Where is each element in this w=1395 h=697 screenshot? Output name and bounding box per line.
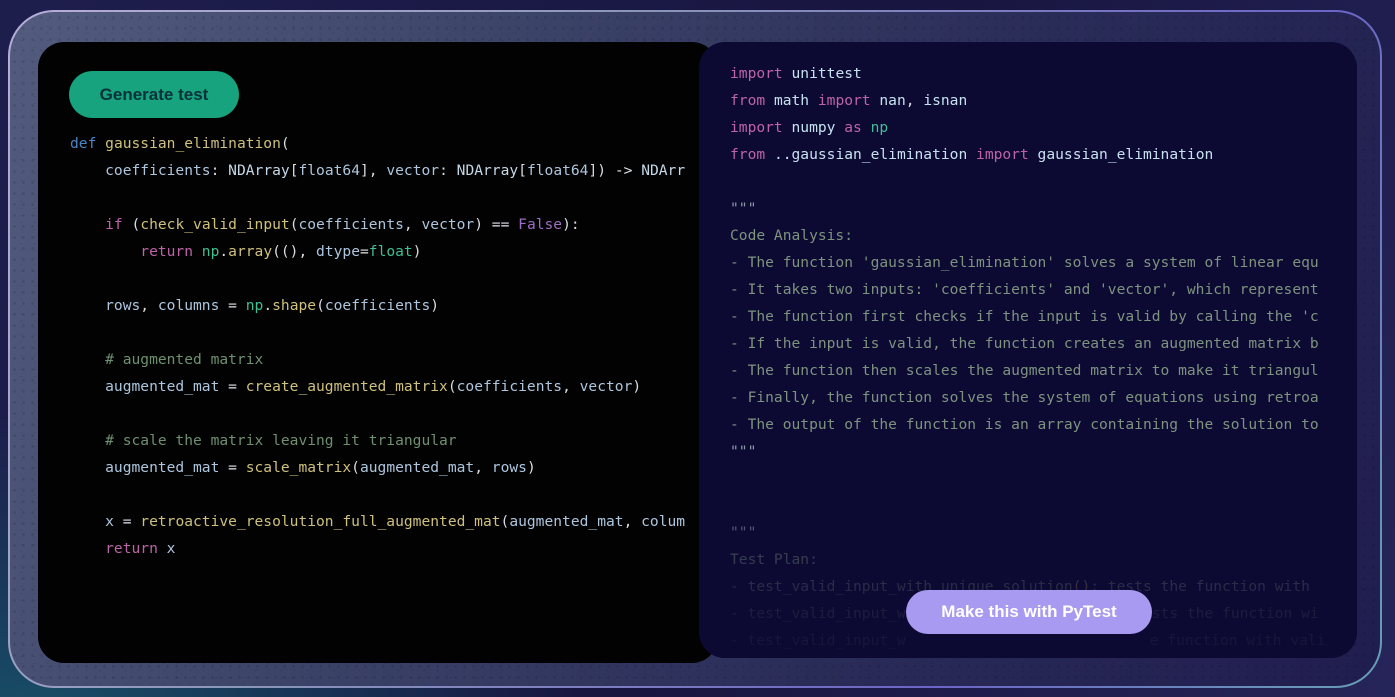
generated-test-panel: import unittestfrom math import nan, isn… [699, 42, 1357, 658]
app-frame: Generate test def gaussian_elimination( … [10, 12, 1380, 686]
source-code: def gaussian_elimination( coefficients: … [70, 130, 685, 562]
page-background: { "buttons": { "generate_test": "Generat… [0, 0, 1395, 697]
generate-test-button[interactable]: Generate test [69, 71, 239, 118]
generated-test-code: import unittestfrom math import nan, isn… [730, 60, 1325, 658]
make-pytest-button[interactable]: Make this with PyTest [906, 590, 1152, 634]
source-code-panel: Generate test def gaussian_elimination( … [38, 42, 718, 663]
app-frame-border: Generate test def gaussian_elimination( … [8, 10, 1382, 688]
